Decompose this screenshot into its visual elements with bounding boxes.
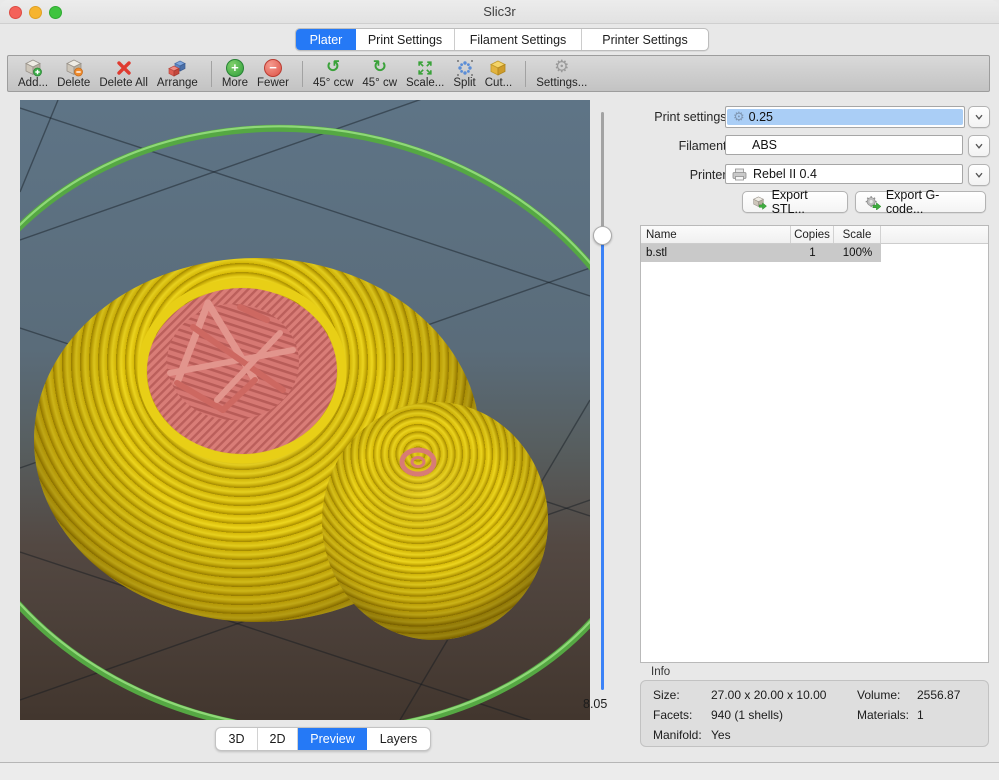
delete-all-button[interactable]: Delete All — [99, 58, 148, 91]
volume-label: Volume: — [857, 688, 900, 702]
rotate-cw-icon: ↻ — [373, 58, 387, 77]
tab-3d[interactable]: 3D — [216, 728, 258, 750]
volume-value: 2556.87 — [917, 688, 960, 702]
export-gcode-button[interactable]: Export G-code... — [855, 191, 986, 213]
rotate-ccw-button[interactable]: ↺ 45° ccw — [313, 58, 353, 91]
toolbar-separator — [302, 61, 303, 87]
box-plus-icon — [23, 58, 43, 77]
scale-button[interactable]: Scale... — [406, 58, 444, 91]
printer-icon — [732, 168, 747, 181]
fewer-copies-button[interactable]: − Fewer — [257, 58, 289, 91]
plater-toolbar: Add... Delete Delete All — [7, 55, 990, 92]
column-header-name[interactable]: Name — [641, 226, 791, 243]
tab-plater[interactable]: Plater — [296, 29, 356, 50]
filament-select[interactable]: ABS — [725, 135, 963, 155]
chevron-down-icon — [973, 111, 985, 123]
toolbar-separator — [211, 61, 212, 87]
object-list[interactable]: Name Copies Scale b.stl 1 100% — [640, 225, 989, 663]
box-minus-icon — [64, 58, 84, 77]
tab-preview[interactable]: Preview — [298, 728, 367, 750]
more-copies-button[interactable]: + More — [222, 58, 248, 91]
manifold-value: Yes — [711, 728, 731, 742]
table-row[interactable]: b.stl 1 100% — [641, 244, 988, 262]
tab-layers[interactable]: Layers — [367, 728, 430, 750]
layer-height-value: 8.05 — [583, 697, 627, 711]
size-value: 27.00 x 20.00 x 10.00 — [711, 688, 826, 702]
tab-print-settings[interactable]: Print Settings — [356, 29, 455, 50]
title-bar: Slic3r — [0, 0, 999, 24]
gear-icon: ⚙ — [733, 111, 745, 124]
rotate-ccw-icon: ↺ — [326, 58, 340, 77]
export-stl-icon — [752, 195, 767, 210]
small-dome-object — [322, 402, 548, 640]
manifold-label: Manifold: — [653, 728, 702, 742]
print-settings-label: Print settings: — [640, 106, 730, 128]
layer-slider-track-filled[interactable] — [601, 235, 604, 690]
facets-label: Facets: — [653, 708, 692, 722]
add-button[interactable]: Add... — [18, 58, 48, 91]
window-title: Slic3r — [0, 4, 999, 19]
slic3r-window: Slic3r Plater Print Settings Filament Se… — [0, 0, 999, 780]
view-mode-tab-bar: 3D 2D Preview Layers — [215, 727, 431, 751]
layer-slider-track[interactable] — [601, 112, 604, 235]
filament-dropdown-button[interactable] — [968, 135, 990, 157]
tab-2d[interactable]: 2D — [258, 728, 298, 750]
info-box: Size: 27.00 x 20.00 x 10.00 Volume: 2556… — [640, 680, 989, 747]
facets-value: 940 (1 shells) — [711, 708, 783, 722]
print-settings-selected-value: ⚙ 0.25 — [727, 109, 963, 125]
chevron-down-icon — [973, 169, 985, 181]
layer-slider-handle[interactable] — [593, 226, 612, 245]
materials-label: Materials: — [857, 708, 909, 722]
chevron-down-icon — [973, 140, 985, 152]
red-cross-icon — [115, 58, 133, 77]
window-bottom-strip — [0, 763, 999, 780]
split-button[interactable]: Split — [453, 58, 475, 91]
info-section-title: Info — [651, 666, 670, 678]
arrange-button[interactable]: Arrange — [157, 58, 198, 91]
export-gcode-icon — [865, 195, 881, 210]
column-header-scale[interactable]: Scale — [834, 226, 881, 243]
gear-icon: ⚙ — [554, 58, 569, 77]
tab-filament-settings[interactable]: Filament Settings — [455, 29, 582, 50]
materials-value: 1 — [917, 708, 924, 722]
toolbar-separator — [525, 61, 526, 87]
cubes-icon — [167, 58, 187, 77]
rotate-cw-button[interactable]: ↻ 45° cw — [362, 58, 397, 91]
printer-dropdown-button[interactable] — [968, 164, 990, 186]
column-header-copies[interactable]: Copies — [791, 226, 834, 243]
object-name-cell: b.stl — [641, 247, 791, 259]
printer-label: Printer: — [640, 164, 730, 186]
object-copies-cell: 1 — [791, 247, 834, 259]
main-tab-bar: Plater Print Settings Filament Settings … — [295, 28, 709, 51]
print-settings-select[interactable]: ⚙ 0.25 — [725, 106, 965, 128]
green-plus-circle-icon: + — [226, 58, 244, 77]
print-settings-dropdown-button[interactable] — [968, 106, 990, 128]
export-stl-button[interactable]: Export STL... — [742, 191, 848, 213]
settings-button[interactable]: ⚙ Settings... — [536, 58, 587, 91]
object-scale-cell: 100% — [834, 247, 881, 259]
printer-select[interactable]: Rebel II 0.4 — [725, 164, 963, 184]
red-minus-circle-icon: − — [264, 58, 282, 77]
filament-label: Filament: — [640, 135, 730, 157]
cut-button[interactable]: Cut... — [485, 58, 512, 91]
delete-button[interactable]: Delete — [57, 58, 90, 91]
tab-printer-settings[interactable]: Printer Settings — [582, 29, 708, 50]
split-dots-icon — [456, 58, 474, 77]
yellow-box-icon — [488, 58, 508, 77]
size-label: Size: — [653, 688, 680, 702]
3d-preview-viewport[interactable] — [20, 100, 590, 720]
scale-arrows-icon — [416, 58, 434, 77]
object-list-header: Name Copies Scale — [641, 226, 988, 244]
column-header-empty — [881, 226, 988, 243]
